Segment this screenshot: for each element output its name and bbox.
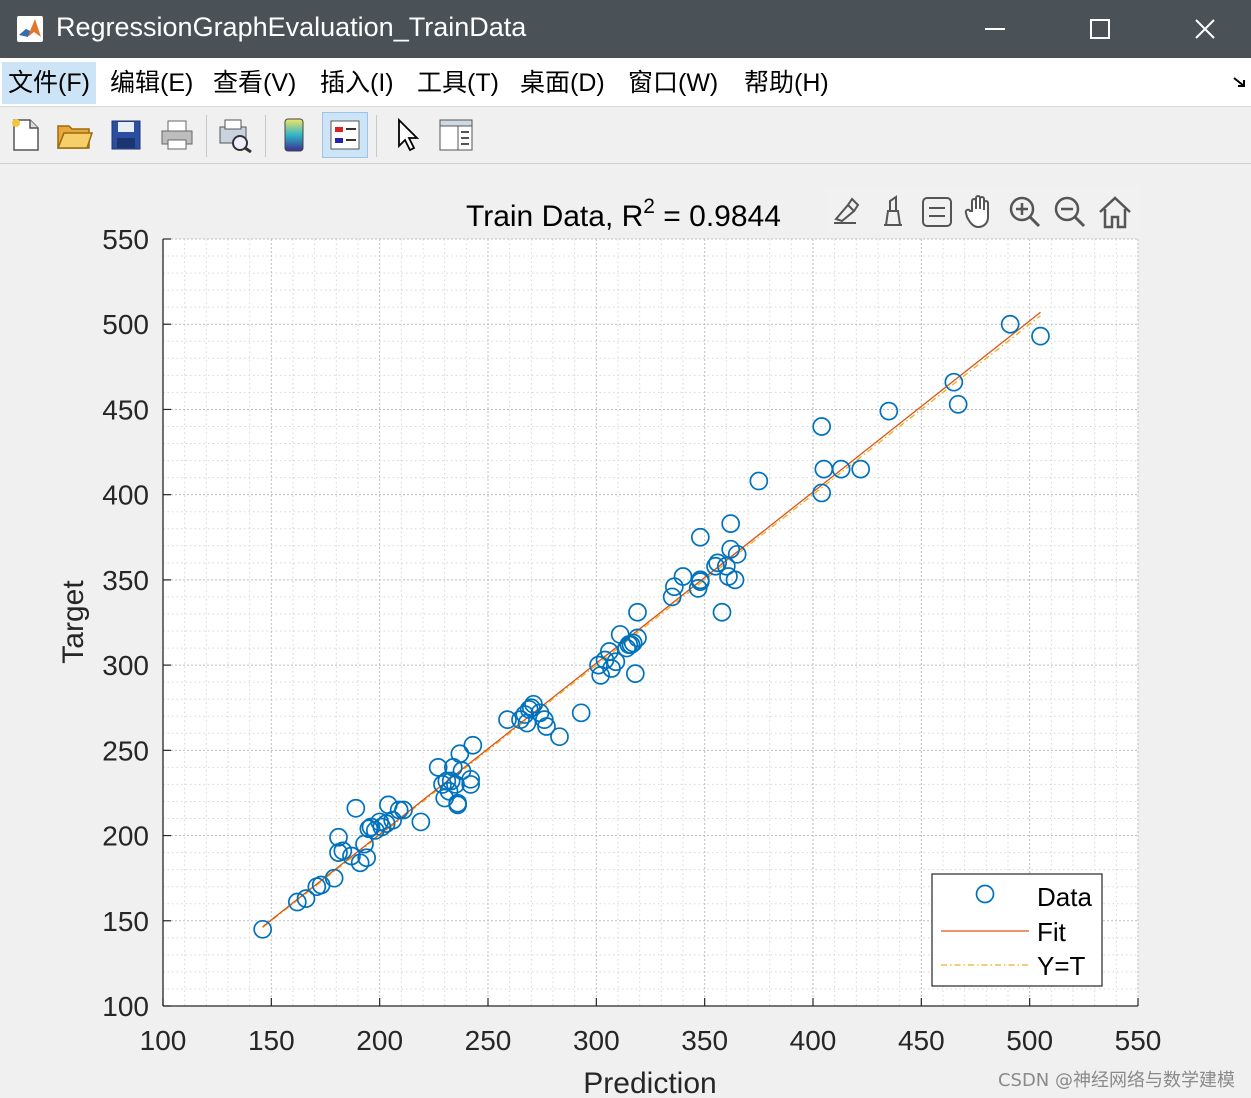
x-tick-label: 550 [1115, 1025, 1162, 1056]
y-tick-label: 500 [102, 309, 149, 340]
print-icon [161, 120, 193, 150]
y-tick-label: 300 [102, 650, 149, 681]
maximize-icon [1090, 19, 1110, 39]
menu-view[interactable]: 查看(V) [213, 66, 296, 100]
menu-bar: 文件(F) 编辑(E) 查看(V) 插入(I) 工具(T) 桌面(D) 窗口(W… [0, 58, 1251, 106]
new-file-icon [12, 119, 39, 151]
menu-insert[interactable]: 插入(I) [320, 66, 394, 100]
x-tick-label: 100 [140, 1025, 187, 1056]
x-tick-label: 300 [573, 1025, 620, 1056]
y-tick-label: 100 [102, 991, 149, 1022]
x-tick-label: 250 [465, 1025, 512, 1056]
save-icon [111, 120, 141, 150]
toolbar-separator [265, 115, 266, 157]
matlab-app-icon [17, 16, 43, 42]
axes-toolbar [826, 187, 1140, 233]
property-inspector-icon [439, 119, 473, 151]
colorbar-icon [284, 118, 304, 152]
insert-colorbar-button[interactable] [271, 112, 317, 158]
y-tick-label: 450 [102, 394, 149, 425]
legend-label-fit: Fit [1037, 917, 1067, 947]
legend-label-ident: Y=T [1037, 951, 1086, 981]
close-button[interactable] [1155, 0, 1251, 58]
chart-title: Train Data, R2 = 0.9844 [466, 195, 781, 233]
x-tick-label: 450 [898, 1025, 945, 1056]
property-inspector-button[interactable] [433, 112, 479, 158]
legend-label-data: Data [1037, 882, 1092, 912]
y-tick-label: 150 [102, 906, 149, 937]
new-figure-button[interactable] [2, 112, 48, 158]
menu-desktop[interactable]: 桌面(D) [520, 66, 605, 100]
legend-icon [330, 120, 360, 150]
toolbar-separator [206, 115, 207, 157]
figure-canvas: 100 150 200 250 300 350 400 450 500 550 100 150 200 2… [0, 165, 1251, 1098]
minimize-button[interactable] [945, 0, 1045, 58]
menu-tools[interactable]: 工具(T) [417, 66, 499, 100]
maximize-button[interactable] [1050, 0, 1150, 58]
x-tick-label: 150 [248, 1025, 295, 1056]
title-bar: RegressionGraphEvaluation_TrainData [0, 0, 1251, 58]
menu-window[interactable]: 窗口(W) [628, 66, 718, 100]
y-tick-label: 350 [102, 565, 149, 596]
y-tick-label: 250 [102, 735, 149, 766]
dock-arrow-icon[interactable] [1232, 74, 1248, 90]
close-icon [1195, 19, 1215, 39]
menu-file[interactable]: 文件(F) [2, 62, 96, 104]
edit-plot-button[interactable] [384, 112, 430, 158]
y-tick-label: 200 [102, 821, 149, 852]
y-tick-label: 550 [102, 224, 149, 255]
pointer-icon [398, 117, 420, 152]
legend[interactable]: Data Fit Y=T [931, 873, 1103, 987]
y-axis-label: Target [57, 580, 90, 664]
open-folder-icon [56, 125, 93, 149]
x-tick-label: 200 [356, 1025, 403, 1056]
print-preview-icon [219, 119, 252, 153]
menu-edit[interactable]: 编辑(E) [110, 66, 193, 100]
watermark: CSDN @神经网络与数学建模 [997, 1070, 1235, 1091]
regression-plot: 100 150 200 250 300 350 400 450 500 550 100 150 200 2… [57, 187, 1162, 1098]
save-button[interactable] [103, 112, 149, 158]
window-title: RegressionGraphEvaluation_TrainData [56, 12, 527, 42]
open-file-button[interactable] [51, 112, 97, 158]
minimize-icon [985, 28, 1005, 30]
toolbar-separator [376, 115, 377, 157]
y-tick-label: 400 [102, 480, 149, 511]
x-tick-label: 500 [1006, 1025, 1053, 1056]
x-tick-label: 400 [790, 1025, 837, 1056]
insert-legend-button[interactable] [322, 112, 368, 158]
print-button[interactable] [154, 112, 200, 158]
figure-toolbar [0, 106, 1251, 164]
x-tick-label: 350 [681, 1025, 728, 1056]
x-axis-label: Prediction [583, 1067, 716, 1098]
print-preview-button[interactable] [212, 112, 258, 158]
menu-help[interactable]: 帮助(H) [744, 66, 829, 100]
